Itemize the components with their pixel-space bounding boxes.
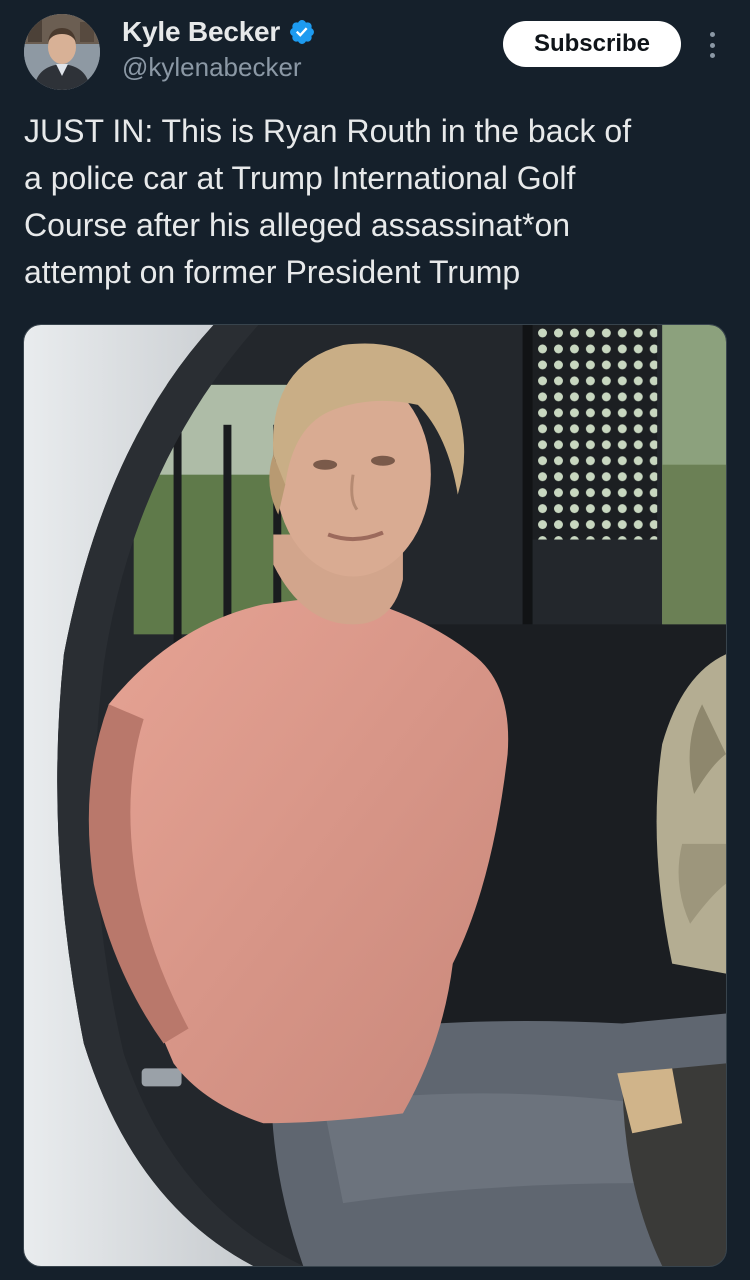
tweet-text: JUST IN: This is Ryan Routh in the back … [24, 113, 632, 290]
subscribe-button[interactable]: Subscribe [503, 21, 681, 67]
more-dot [709, 32, 715, 37]
more-dot [709, 53, 715, 58]
author-name-row: Kyle Becker [122, 16, 316, 48]
author-display-name[interactable]: Kyle Becker [122, 16, 280, 48]
verified-badge-icon [290, 20, 315, 44]
more-dot [709, 42, 715, 48]
photo-content [24, 325, 726, 1266]
author-handle[interactable]: @kylenabecker [122, 52, 302, 83]
author-avatar[interactable] [24, 14, 100, 90]
tweet-photo[interactable] [23, 324, 727, 1267]
more-vertical-icon[interactable] [700, 28, 724, 62]
tweet: Kyle Becker @kylenabecker Subscribe JUST… [0, 0, 750, 1280]
avatar-photo [24, 14, 100, 90]
